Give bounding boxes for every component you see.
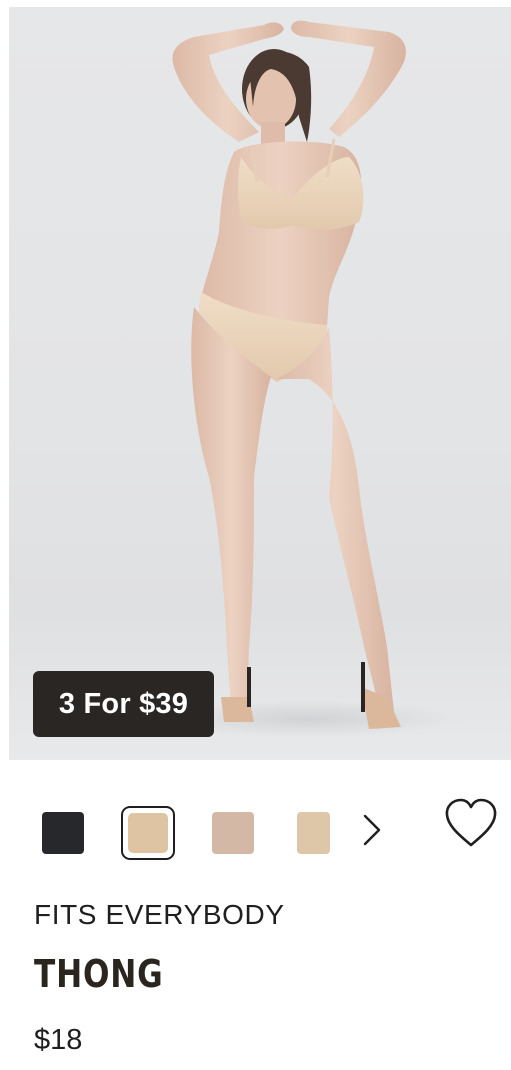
swatch-sand[interactable] (212, 812, 254, 854)
product-card[interactable]: 3 For $39 FITS EVERYBODY THONG $18 (0, 0, 511, 1070)
swatch-selected-ring[interactable] (121, 806, 175, 860)
swatch-butter[interactable] (297, 812, 330, 854)
chevron-right-icon[interactable] (358, 813, 386, 847)
swatch-clay[interactable] (128, 813, 168, 853)
heart-outline-icon[interactable] (443, 797, 499, 851)
color-swatches (0, 800, 511, 870)
brand-label: FITS EVERYBODY (34, 899, 285, 930)
promo-badge: 3 For $39 (33, 671, 214, 737)
product-name[interactable]: THONG (34, 952, 164, 996)
price: $18 (34, 1024, 83, 1056)
model-photo (159, 20, 459, 737)
product-image[interactable]: 3 For $39 (9, 7, 511, 760)
swatch-onyx[interactable] (42, 812, 84, 854)
